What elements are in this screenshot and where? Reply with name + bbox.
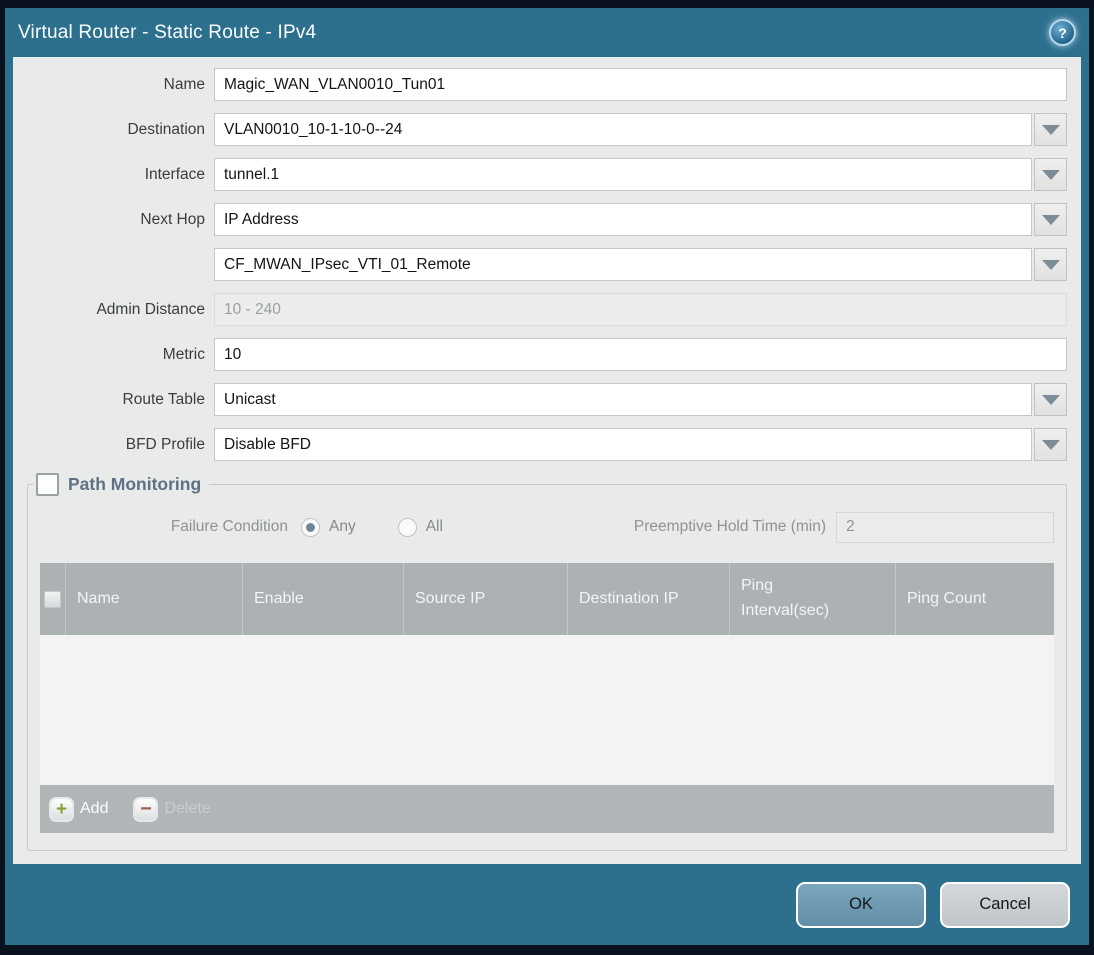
failure-condition-label: Failure Condition bbox=[170, 518, 288, 535]
plus-icon: + bbox=[51, 798, 72, 820]
form-row-next-hop-address bbox=[27, 248, 1067, 281]
failure-condition-all-label: All bbox=[425, 518, 443, 535]
admin-distance-label: Admin Distance bbox=[96, 301, 205, 318]
destination-label: Destination bbox=[127, 121, 205, 138]
select-all-header-cell bbox=[40, 563, 66, 635]
path-monitoring-checkbox[interactable] bbox=[36, 473, 59, 496]
form-row-name: Name bbox=[27, 68, 1067, 101]
add-button-label: Add bbox=[80, 800, 109, 817]
destination-input[interactable] bbox=[214, 113, 1032, 146]
next-hop-address-label bbox=[27, 248, 205, 281]
table-header-row: Name Enable Source IP Destination IP Pin… bbox=[40, 563, 1054, 635]
form-row-admin-distance: Admin Distance bbox=[27, 293, 1067, 326]
next-hop-label: Next Hop bbox=[140, 211, 205, 228]
column-header-ping-interval[interactable]: Ping Interval(sec) bbox=[730, 563, 896, 635]
form-row-destination: Destination bbox=[27, 113, 1067, 146]
metric-input[interactable] bbox=[214, 338, 1067, 371]
failure-condition-any-radio[interactable] bbox=[301, 517, 320, 537]
bfd-profile-label: BFD Profile bbox=[125, 436, 205, 453]
interface-dropdown-button[interactable] bbox=[1034, 158, 1067, 191]
form-row-route-table: Route Table bbox=[27, 383, 1067, 416]
cancel-button[interactable]: Cancel bbox=[940, 881, 1070, 928]
failure-condition-any-label: Any bbox=[329, 518, 356, 535]
path-monitoring-title: Path Monitoring bbox=[68, 474, 202, 494]
path-monitoring-section: Path Monitoring Failure Condition Any Al… bbox=[27, 473, 1067, 851]
form-row-metric: Metric bbox=[27, 338, 1067, 371]
ok-button[interactable]: OK bbox=[796, 881, 926, 928]
column-header-name[interactable]: Name bbox=[66, 563, 243, 635]
minus-icon: − bbox=[135, 798, 157, 820]
preemptive-hold-time-label: Preemptive Hold Time (min) bbox=[633, 518, 826, 535]
name-input[interactable] bbox=[214, 68, 1067, 101]
failure-condition-all-radio[interactable] bbox=[397, 517, 417, 537]
delete-button[interactable]: − Delete bbox=[135, 798, 211, 820]
help-icon[interactable]: ? bbox=[1049, 19, 1076, 46]
column-header-enable[interactable]: Enable bbox=[243, 563, 404, 635]
form-row-next-hop: Next Hop bbox=[27, 203, 1067, 236]
preemptive-hold-time-input[interactable] bbox=[836, 511, 1054, 543]
dialog-footer: OK Cancel bbox=[5, 864, 1089, 945]
table-body-empty bbox=[40, 635, 1054, 785]
next-hop-address-dropdown-button[interactable] bbox=[1034, 248, 1067, 281]
form-row-interface: Interface bbox=[27, 158, 1067, 191]
next-hop-type-dropdown-button[interactable] bbox=[1034, 203, 1067, 236]
preemptive-hold-time-group: Preemptive Hold Time (min) bbox=[633, 511, 1054, 543]
route-table-input[interactable] bbox=[214, 383, 1032, 416]
name-label: Name bbox=[163, 76, 205, 93]
dialog-title: Virtual Router - Static Route - IPv4 bbox=[18, 21, 317, 43]
add-button[interactable]: + Add bbox=[51, 798, 109, 820]
title-bar: Virtual Router - Static Route - IPv4 ? bbox=[5, 8, 1089, 57]
bfd-profile-dropdown-button[interactable] bbox=[1034, 428, 1067, 461]
failure-condition-row: Failure Condition Any All Preemptive Hol… bbox=[40, 510, 1054, 544]
dialog-content: Name Destination Interface Next Hop bbox=[13, 57, 1081, 864]
bfd-profile-input[interactable] bbox=[214, 428, 1032, 461]
path-monitoring-table: Name Enable Source IP Destination IP Pin… bbox=[40, 563, 1054, 833]
static-route-dialog: Virtual Router - Static Route - IPv4 ? N… bbox=[5, 8, 1089, 945]
path-monitoring-legend: Path Monitoring bbox=[34, 473, 209, 496]
next-hop-address-input[interactable] bbox=[214, 248, 1032, 281]
route-table-label: Route Table bbox=[122, 391, 205, 408]
interface-input[interactable] bbox=[214, 158, 1032, 191]
form-row-bfd-profile: BFD Profile bbox=[27, 428, 1067, 461]
destination-dropdown-button[interactable] bbox=[1034, 113, 1067, 146]
select-all-checkbox[interactable] bbox=[44, 590, 61, 608]
column-header-source-ip[interactable]: Source IP bbox=[404, 563, 568, 635]
interface-label: Interface bbox=[144, 166, 205, 183]
table-toolbar: + Add − Delete bbox=[40, 785, 1054, 833]
column-header-ping-count[interactable]: Ping Count bbox=[896, 563, 1054, 635]
admin-distance-input[interactable] bbox=[214, 293, 1067, 326]
column-header-destination-ip[interactable]: Destination IP bbox=[568, 563, 730, 635]
route-table-dropdown-button[interactable] bbox=[1034, 383, 1067, 416]
delete-button-label: Delete bbox=[164, 800, 211, 817]
metric-label: Metric bbox=[162, 346, 205, 363]
next-hop-type-input[interactable] bbox=[214, 203, 1032, 236]
